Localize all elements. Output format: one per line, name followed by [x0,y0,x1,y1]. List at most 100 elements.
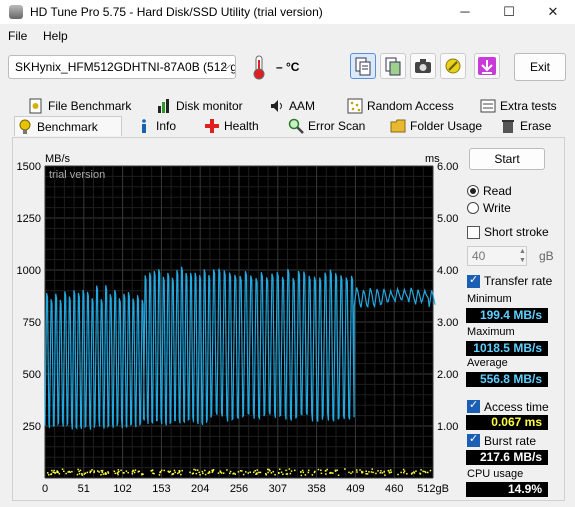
tab-info[interactable]: Info [134,116,176,136]
menu-bar: File Help [0,26,575,46]
tab-erase[interactable]: Erase [498,116,551,136]
cpu-usage-value: 14.9% [466,482,548,497]
burst-rate-checkbox[interactable] [467,432,480,447]
menu-help[interactable]: Help [43,29,68,43]
access-time-point [163,469,165,472]
access-time-point [325,473,327,475]
drive-select[interactable]: SKHynix_HFM512GDHTNI-87A0B (512 gB) ⌵ [8,55,236,79]
access-time-point [247,472,249,474]
tab-file-benchmark-label: File Benchmark [48,99,132,113]
y-right-tick-label: 6.00 [437,161,458,173]
access-time-point [274,474,276,476]
access-time-point [211,471,214,473]
access-time-point [84,472,87,474]
minimize-button[interactable]: ─ [443,0,487,24]
access-time-point [117,469,120,471]
access-time-point [259,471,262,474]
write-radio[interactable] [467,202,479,214]
tab-benchmark[interactable]: Benchmark [14,116,122,136]
access-time-checkbox[interactable] [467,398,480,413]
access-time-point [280,471,283,473]
tab-aam[interactable]: AAM [267,96,315,116]
access-time-point [256,469,258,471]
tab-erase-label: Erase [520,119,552,133]
transfer-rate-chart: MB/s mstrial version150012501000750500250… [17,153,459,495]
start-button[interactable]: Start [469,148,545,170]
tab-row-top: File Benchmark Disk monitor AAM Random A… [12,96,565,116]
access-time-point [81,474,83,476]
tab-extra-tests[interactable]: Extra tests [478,96,557,116]
access-time-point [77,468,79,471]
access-time-point [429,469,432,472]
exit-button[interactable]: Exit [514,53,566,81]
access-time-point [232,473,234,475]
access-time-point [389,469,392,471]
read-radio[interactable] [467,185,479,197]
access-time-point [411,472,414,474]
access-time-point [375,472,377,475]
access-time-point [116,472,119,474]
access-time-point [384,474,386,476]
options-button[interactable] [440,53,466,79]
tab-random-access-label: Random Access [367,99,454,113]
access-time-point [173,469,176,472]
access-time-point [383,470,385,473]
tab-aam-label: AAM [289,99,316,113]
average-label: Average [467,357,508,369]
tab-extra-tests-label: Extra tests [500,99,557,113]
access-time-point [93,471,95,474]
access-time-point [52,471,54,473]
short-stroke-checkbox[interactable] [467,226,480,239]
stroke-spinner[interactable]: ▲ ▼ [519,247,526,265]
tab-disk-monitor[interactable]: Disk monitor [154,96,243,116]
access-time-point [253,471,255,473]
y-right-tick-label: 1.00 [437,421,458,433]
access-time-point [195,472,198,475]
copy-image-button[interactable] [380,53,406,79]
copy-image-icon [385,57,401,76]
tab-folder-usage[interactable]: Folder Usage [388,116,482,136]
x-tick-label: 409 [346,483,364,495]
access-time-point [199,474,201,476]
window-title: HD Tune Pro 5.75 - Hard Disk/SSD Utility… [30,5,323,19]
access-time-point [285,469,287,472]
tab-file-benchmark[interactable]: File Benchmark [26,96,131,116]
maximize-button[interactable]: ☐ [487,0,531,24]
x-tick-label: 51 [78,483,90,495]
menu-file[interactable]: File [8,29,27,43]
access-time-point [114,472,116,475]
benchmark-icon [19,119,31,134]
access-time-point [400,471,402,474]
access-time-point [351,471,354,473]
access-time-point [132,470,135,472]
app-icon [9,5,23,19]
access-time-point [350,472,352,475]
access-time-point [415,470,417,472]
access-time-point [160,469,163,472]
tab-random-access[interactable]: Random Access [345,96,454,116]
access-time-point [336,469,338,471]
access-time-point [78,473,81,475]
file-benchmark-icon [29,98,42,114]
download-arrow-icon [478,57,496,75]
tab-error-scan-label: Error Scan [308,119,366,133]
tab-error-scan[interactable]: Error Scan [286,116,365,136]
access-time-point [379,472,382,474]
tab-folder-usage-label: Folder Usage [410,119,483,133]
copy-text-button[interactable] [350,53,376,79]
transfer-rate-checkbox[interactable] [467,273,480,288]
access-time-point [217,472,220,474]
close-button[interactable]: ✕ [531,0,575,24]
tab-health[interactable]: Health [202,116,259,136]
access-time-point [90,470,92,473]
short-stroke-input[interactable]: 40 [467,246,527,266]
access-time-point [204,469,206,472]
access-time-point [48,474,50,476]
save-button[interactable] [474,53,500,79]
access-time-point [265,473,267,475]
access-time-point [370,471,373,473]
screenshot-button[interactable] [410,53,436,79]
transfer-rate-label: Transfer rate [484,274,553,288]
write-label: Write [483,201,511,215]
y-left-tick-label: 250 [23,421,41,433]
